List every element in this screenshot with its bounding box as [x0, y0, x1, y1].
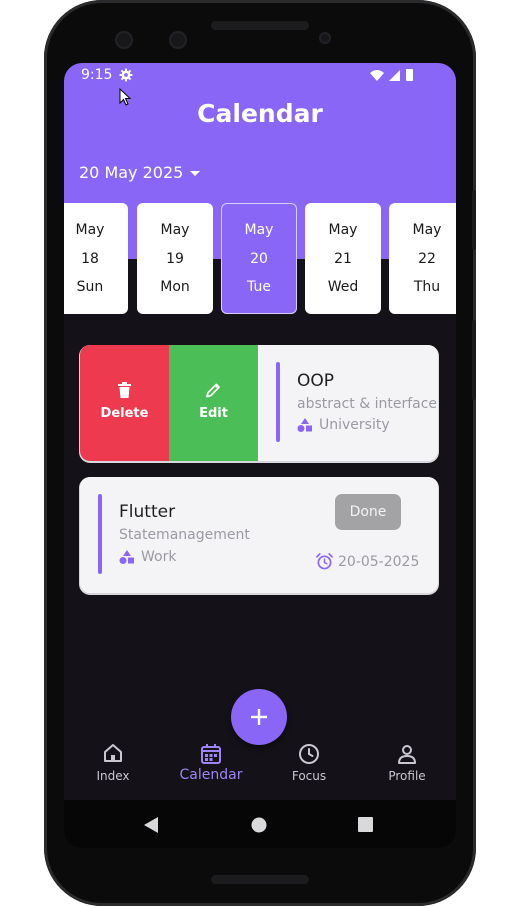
day-card-20-selected[interactable]: May 20 Tue	[221, 203, 297, 314]
day-month: May	[328, 222, 358, 238]
day-number: 20	[250, 251, 268, 267]
category-shapes-icon	[297, 418, 312, 432]
day-number: 19	[166, 251, 184, 267]
delete-label: Delete	[100, 406, 149, 421]
pencil-icon	[206, 383, 220, 398]
gear-icon	[119, 68, 133, 82]
day-month: May	[160, 222, 190, 238]
nav-item-focus[interactable]: Focus	[260, 733, 358, 800]
nav-label-profile: Profile	[388, 769, 426, 783]
day-month: May	[412, 222, 442, 238]
edit-label: Edit	[199, 406, 228, 421]
day-number: 21	[334, 251, 352, 267]
nav-item-index[interactable]: Index	[64, 733, 162, 800]
day-number: 18	[81, 251, 99, 267]
signal-icon	[389, 70, 400, 81]
task-category: Work	[119, 549, 176, 565]
day-weekday: Thu	[413, 279, 441, 295]
day-card-21[interactable]: May 21 Wed	[305, 203, 381, 314]
power-button	[472, 190, 476, 250]
task-card-oop[interactable]: Delete Edit OOP abstract & interface Uni…	[80, 345, 438, 461]
home-circle-icon[interactable]	[251, 817, 267, 833]
earpiece-speaker	[211, 21, 309, 30]
task-due-date: 20-05-2025	[316, 553, 419, 570]
add-task-button[interactable]	[231, 689, 287, 745]
delete-action-button[interactable]: Delete	[80, 345, 169, 461]
nav-item-calendar[interactable]: Calendar	[162, 733, 260, 800]
day-card-18[interactable]: May 18 Sun	[64, 203, 128, 314]
calendar-icon	[201, 744, 221, 764]
day-weekday: Tue	[247, 279, 271, 295]
day-month: May	[244, 222, 274, 238]
edit-action-button[interactable]: Edit	[169, 345, 258, 461]
day-card-22[interactable]: May 22 Thu	[389, 203, 456, 314]
volume-button	[472, 320, 476, 400]
clock-icon	[299, 744, 319, 764]
due-date-label: 20-05-2025	[338, 553, 420, 570]
day-card-19[interactable]: May 19 Mon	[137, 203, 213, 314]
app-screen: 9:15 Calendar 20 May 2025 May 18 Sun May…	[64, 63, 456, 848]
person-icon	[398, 745, 416, 764]
front-sensor	[169, 31, 187, 49]
battery-icon	[406, 69, 413, 81]
front-camera	[115, 31, 133, 49]
date-selector[interactable]: 20 May 2025	[79, 163, 201, 182]
proximity-sensor	[319, 32, 331, 44]
dropdown-arrow-icon	[190, 170, 201, 176]
task-accent-bar	[276, 362, 280, 442]
status-time: 9:15	[81, 67, 113, 83]
task-title: Flutter	[119, 502, 176, 522]
nav-label-focus: Focus	[291, 769, 327, 783]
alarm-clock-icon	[316, 553, 333, 570]
bottom-speaker	[211, 875, 309, 884]
day-weekday: Sun	[76, 279, 104, 295]
day-month: May	[75, 222, 105, 238]
trash-icon	[118, 382, 131, 398]
day-weekday: Wed	[327, 279, 359, 295]
category-label: Work	[141, 549, 177, 565]
nav-label-index: Index	[96, 769, 130, 783]
day-weekday: Mon	[160, 279, 190, 295]
recents-square-icon[interactable]	[358, 817, 373, 832]
wifi-icon	[370, 70, 384, 81]
plus-icon	[251, 709, 267, 725]
back-triangle-icon[interactable]	[144, 817, 159, 833]
task-description: Statemanagement	[119, 527, 250, 543]
nav-item-profile[interactable]: Profile	[358, 733, 456, 800]
done-button[interactable]: Done	[335, 494, 401, 530]
task-content: OOP abstract & interface University	[258, 345, 438, 461]
mouse-cursor-icon	[119, 88, 131, 106]
selected-date: 20 May 2025	[79, 163, 184, 182]
system-navigation-bar	[64, 800, 456, 848]
day-number: 22	[418, 251, 436, 267]
task-card-flutter[interactable]: Flutter Statemanagement Work Done 20-05-…	[80, 477, 438, 593]
task-accent-bar	[98, 494, 102, 574]
category-label: University	[319, 417, 390, 433]
home-icon	[104, 744, 122, 762]
status-icons	[370, 69, 413, 81]
task-description: abstract & interface	[297, 396, 438, 412]
task-category: University	[297, 417, 390, 433]
nav-label-calendar: Calendar	[179, 767, 243, 783]
category-shapes-icon	[119, 550, 134, 564]
task-title: OOP	[297, 371, 335, 391]
